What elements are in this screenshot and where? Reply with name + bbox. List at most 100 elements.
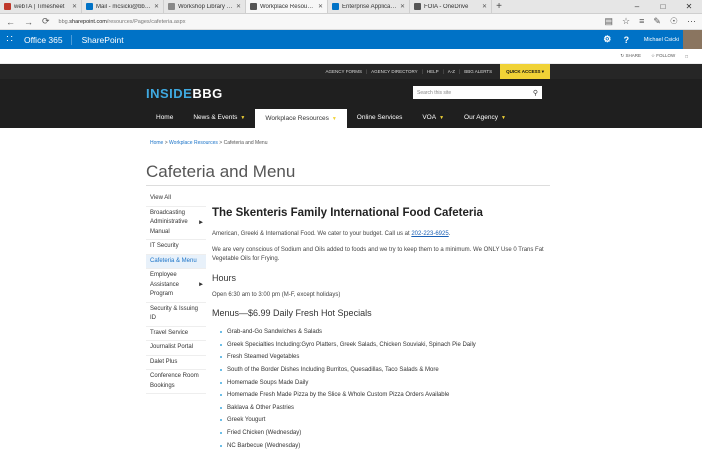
bullet-icon [220, 381, 222, 384]
utility-link[interactable]: AGENCY FORMS [322, 69, 366, 74]
nav-item[interactable]: Our Agency ▼ [454, 107, 516, 128]
more-icon[interactable]: ⋯ [687, 16, 696, 27]
back-icon[interactable]: ← [6, 17, 15, 27]
chevron-down-icon: ▾ [541, 68, 544, 74]
tab-label: webTA | Timesheet [14, 3, 65, 10]
chevron-right-icon: ▶ [199, 281, 203, 288]
tab-favicon-icon [414, 3, 421, 10]
nav-item[interactable]: VOA ▼ [412, 107, 454, 128]
sidebar-item[interactable]: IT Security [146, 240, 206, 255]
site-header: INSIDEBBG Search this site ⚲ [0, 79, 702, 107]
user-name[interactable]: Michael Csicki [636, 37, 683, 43]
search-icon[interactable]: ⚲ [533, 89, 538, 97]
breadcrumb-parent[interactable]: Workplace Resources [169, 140, 218, 146]
intro-text: American, Greeki & International Food. W… [212, 231, 451, 237]
hub-icon[interactable]: ≡ [639, 16, 644, 27]
hours-text: Open 6:30 am to 3:00 pm (M-F, except hol… [212, 291, 341, 298]
sidebar-item[interactable]: Cafeteria & Menu [146, 254, 206, 269]
bullet-icon [220, 356, 222, 359]
utility-link[interactable]: A-Z [444, 69, 459, 74]
focus-icon[interactable]: □ [685, 54, 688, 59]
url-field[interactable]: bbg.sharepoint.com/resources/Pages/cafet… [59, 19, 596, 25]
quick-access-button[interactable]: QUICK ACCESS ▾ [500, 64, 550, 79]
menu-heading: Menus—$6.99 Daily Fresh Hot Specials [212, 308, 372, 318]
tab-close-icon[interactable]: ✕ [72, 3, 77, 10]
browser-tab[interactable]: webTA | Timesheet ✕ [0, 0, 82, 13]
list-item: Fried Chicken (Wednesday) [212, 427, 552, 440]
sidebar-item[interactable]: Journalist Portal [146, 341, 206, 356]
sidebar-item[interactable]: View All [146, 192, 206, 207]
tab-close-icon[interactable]: ✕ [236, 3, 241, 10]
notes-icon[interactable]: ✎ [653, 16, 661, 27]
search-input[interactable]: Search this site [417, 90, 451, 96]
new-tab-button[interactable]: + [492, 0, 506, 13]
utility-bar: AGENCY FORMS | AGENCY DIRECTORY | HELP | A-Z | B… [0, 64, 702, 79]
main-content: The Skenteris Family International Food … [212, 207, 552, 452]
phone-link[interactable]: 202-223-6925 [411, 231, 448, 237]
site-logo[interactable]: INSIDEBBG [146, 86, 223, 101]
tab-label: Workshop Library On-Dema [178, 3, 233, 10]
refresh-icon[interactable]: ⟳ [42, 16, 50, 27]
avatar[interactable] [683, 30, 702, 49]
address-bar: ← → ⟳ bbg.sharepoint.com/resources/Pages… [0, 14, 702, 30]
list-item: NC Barbecue (Wednesday) [212, 439, 552, 452]
share-follow-row: ↻ SHARE ☆ FOLLOW □ [0, 49, 702, 64]
sidebar-item[interactable]: Security & Issuing ID [146, 303, 206, 327]
chevron-down-icon: ▼ [500, 114, 506, 121]
follow-button[interactable]: ☆ FOLLOW [651, 53, 675, 59]
tab-label: FOIA - OneDrive [424, 3, 469, 10]
breadcrumb-home[interactable]: Home [150, 140, 163, 146]
tab-close-icon[interactable]: ✕ [482, 3, 487, 10]
list-item: Homemade Fresh Made Pizza by the Slice &… [212, 389, 552, 402]
tab-favicon-icon [86, 3, 93, 10]
forward-icon[interactable]: → [24, 17, 33, 27]
tab-label: Workplace Resources C [260, 3, 315, 10]
tab-close-icon[interactable]: ✕ [154, 3, 159, 10]
share-button[interactable]: ↻ SHARE [620, 53, 641, 59]
list-item: Greek Specialties Including:Gyro Platter… [212, 339, 552, 352]
tab-close-icon[interactable]: ✕ [318, 3, 323, 10]
settings-gear-icon[interactable]: ⚙ [598, 34, 617, 45]
close-icon[interactable]: ✕ [676, 0, 702, 13]
cafeteria-heading: The Skenteris Family International Food … [212, 207, 483, 219]
browser-tab[interactable]: Workplace Resources C✕ [246, 0, 328, 13]
tab-close-icon[interactable]: ✕ [400, 3, 405, 10]
sidebar-item[interactable]: Dalet Plus [146, 356, 206, 370]
office365-brand[interactable]: Office 365 [19, 34, 72, 45]
sidebar-item[interactable]: Conference Room Bookings [146, 370, 206, 394]
office365-suite-bar: ∷ Office 365 SharePoint ⚙ ? Michael Csic… [0, 30, 702, 49]
browser-tab[interactable]: FOIA - OneDrive ✕ [410, 0, 492, 13]
sidebar-item[interactable]: Travel Service [146, 327, 206, 341]
search-box[interactable]: Search this site ⚲ [413, 86, 542, 99]
tab-favicon-icon [250, 3, 257, 10]
help-icon[interactable]: ? [617, 35, 636, 45]
nav-item[interactable]: News & Events ▼ [183, 107, 255, 128]
tab-label: Enterprise Applications Lists [342, 3, 397, 10]
minimize-icon[interactable]: – [624, 0, 650, 13]
app-launcher-icon[interactable]: ∷ [0, 30, 19, 49]
utility-link[interactable]: AGENCY DIRECTORY [367, 69, 422, 74]
browser-tab[interactable]: Mail - mcsicki@bbg.gov✕ [82, 0, 164, 13]
sidebar-item[interactable]: Employee Assistance Program ▶ [146, 269, 206, 303]
list-item: Greek Yougurt [212, 414, 552, 427]
browser-tab[interactable]: Workshop Library On-Dema✕ [164, 0, 246, 13]
notice-text: We are very conscious of Sodium and Oils… [212, 246, 544, 263]
maximize-icon[interactable]: □ [650, 0, 676, 13]
sidebar-item[interactable]: Broadcasting Administrative Manual ▶ [146, 207, 206, 240]
nav-item[interactable]: Workplace Resources ▼ [255, 109, 347, 128]
breadcrumb: Home > Workplace Resources > Cafeteria a… [150, 140, 268, 146]
left-navigation: View All Broadcasting Administrative Manu… [146, 192, 206, 394]
reading-view-icon[interactable]: ▤ [605, 16, 614, 27]
chevron-down-icon: ▼ [240, 114, 246, 121]
utility-link[interactable]: HELP [423, 69, 443, 74]
nav-item[interactable]: Online Services [347, 107, 413, 128]
nav-item[interactable]: Home [146, 107, 183, 128]
sharepoint-app-name[interactable]: SharePoint [72, 35, 134, 45]
tab-favicon-icon [168, 3, 175, 10]
favorite-star-icon[interactable]: ☆ [622, 16, 630, 27]
utility-link[interactable]: BBG ALERTS [460, 69, 496, 74]
bullet-icon [220, 343, 222, 346]
tab-list: webTA | Timesheet✕Mail - mcsicki@bbg.gov… [0, 0, 492, 13]
share-icon[interactable]: ☉ [670, 16, 678, 27]
browser-tab[interactable]: Enterprise Applications Lists✕ [328, 0, 410, 13]
